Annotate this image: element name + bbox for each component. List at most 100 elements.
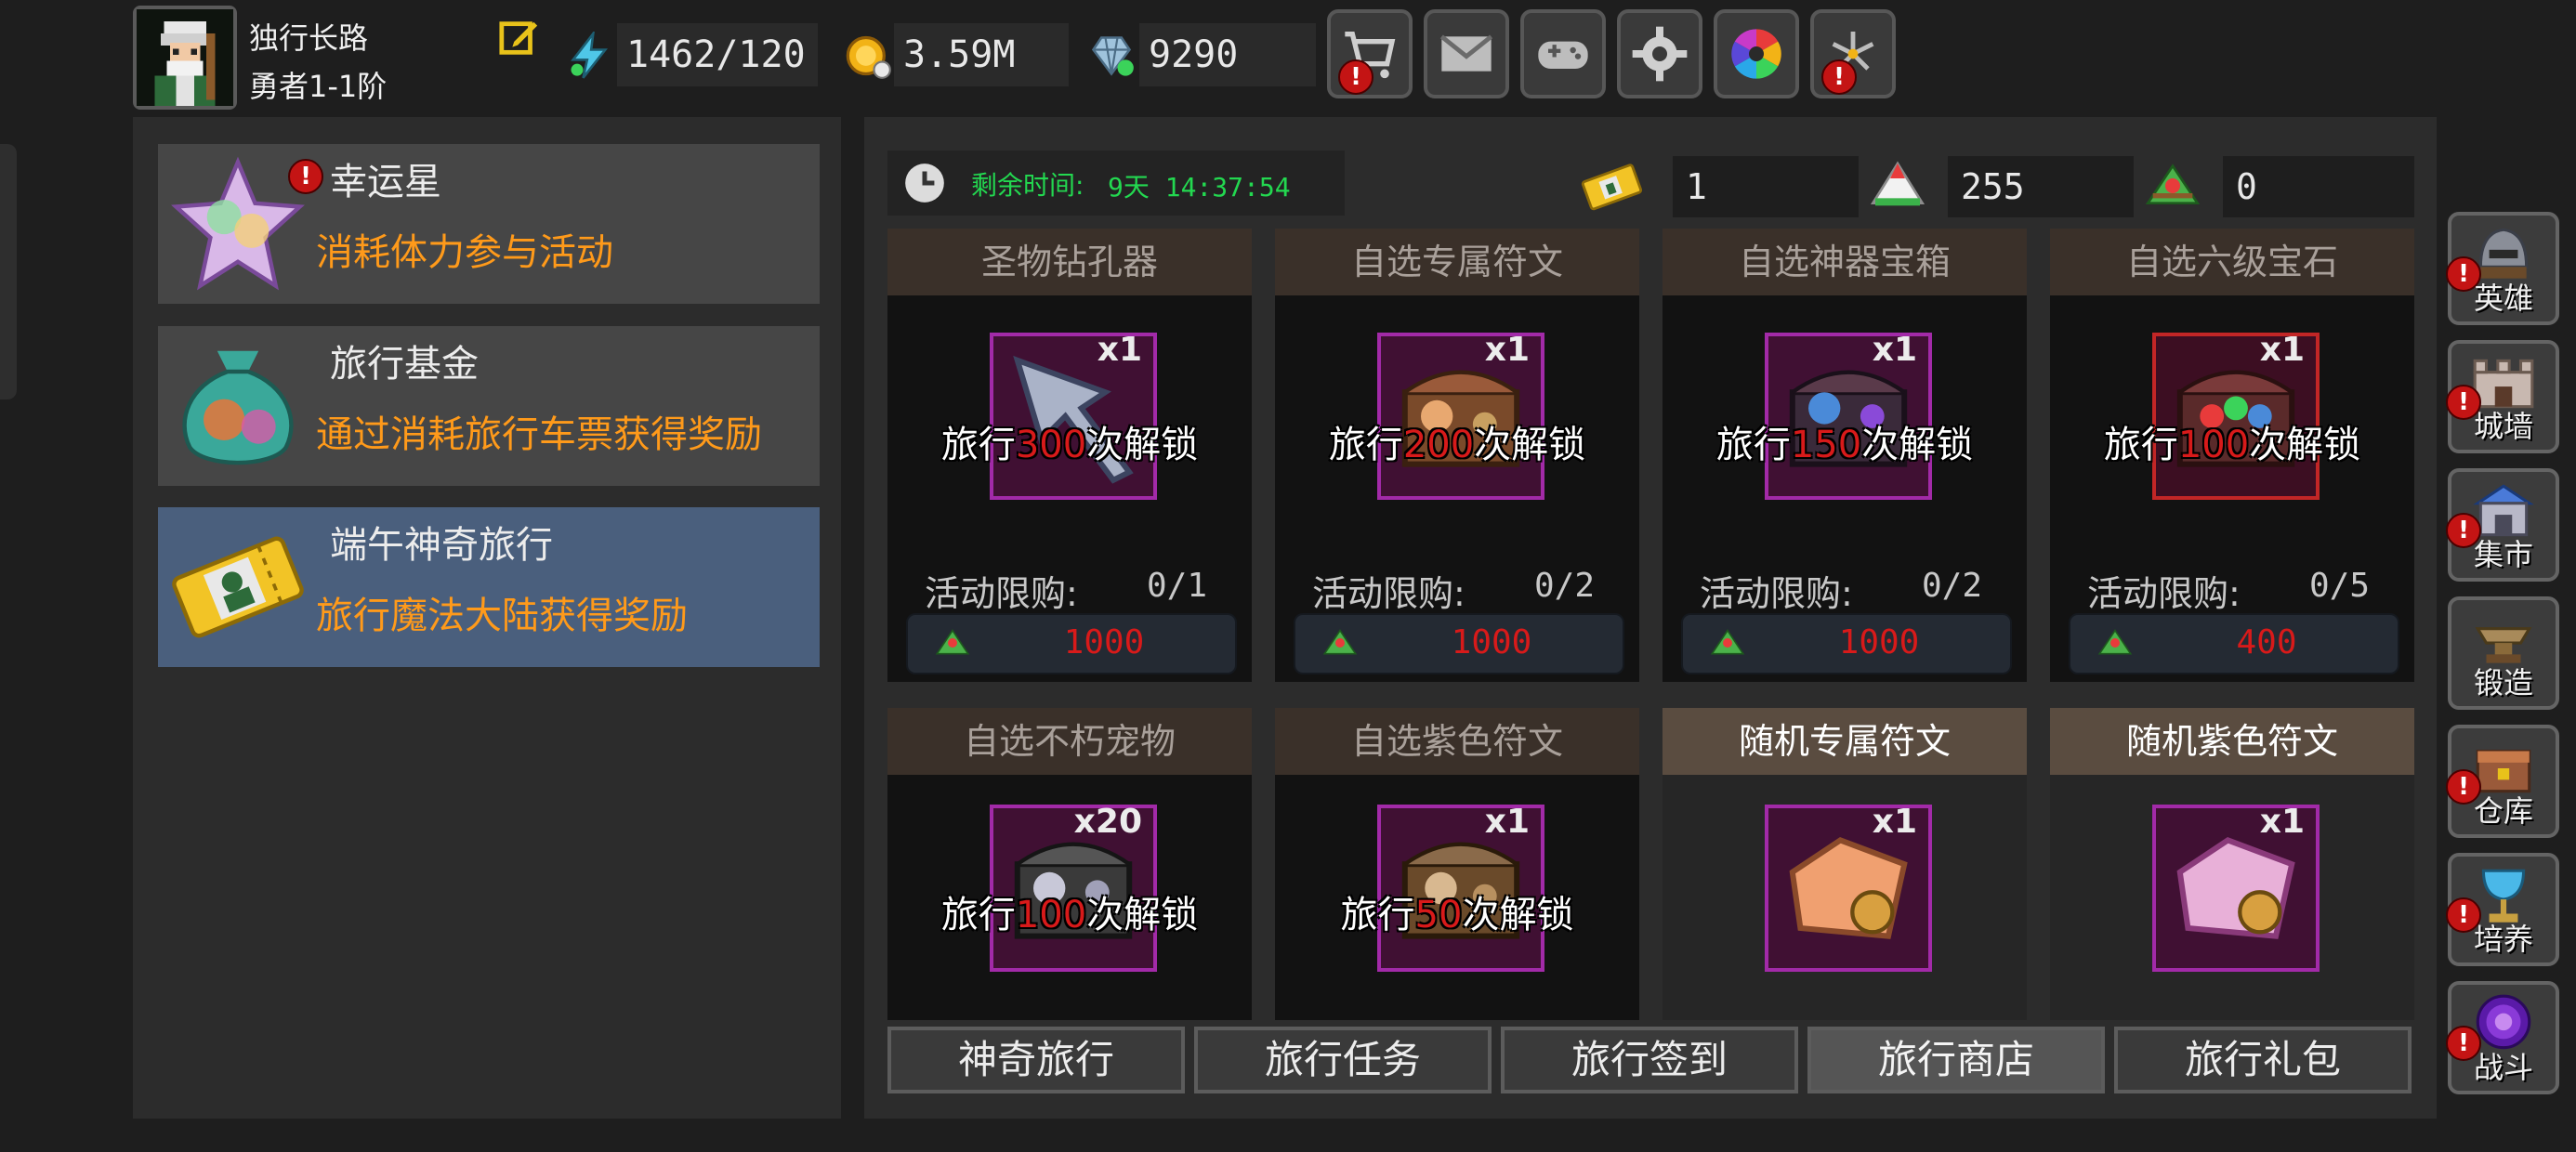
purchase-limit-value: 0/5: [2308, 567, 2370, 605]
event-description: 消耗体力参与活动: [316, 231, 613, 274]
settings-button[interactable]: [1617, 9, 1702, 98]
nav-city-wall[interactable]: ! 城墙: [2446, 340, 2559, 453]
shop-item-card[interactable]: 随机专属符文 x1: [1663, 708, 2027, 1020]
item-quantity: x1: [1484, 803, 1530, 841]
nav-label: 英雄: [2473, 281, 2533, 316]
shop-item-card[interactable]: 自选六级宝石 x1 旅行100次解锁 活动限购: 0/5 400: [2050, 229, 2414, 682]
shop-item-card[interactable]: 自选神器宝箱 x1 旅行150次解锁 活动限购: 0/2 1000: [1663, 229, 2027, 682]
item-quantity: x1: [1872, 331, 1917, 369]
lucky-star-alert-badge: !: [288, 159, 323, 194]
item-price: 1000: [1063, 623, 1145, 661]
item-quantity: x1: [1097, 331, 1142, 369]
celebration-button[interactable]: !: [1810, 9, 1896, 98]
event-item-lucky-star[interactable]: ! 幸运星 消耗体力参与活动: [158, 144, 820, 304]
zongzi-count: 0: [2223, 156, 2414, 217]
item-name: 自选神器宝箱: [1663, 229, 2027, 295]
nav-label: 仓库: [2473, 793, 2533, 829]
item-name: 自选专属符文: [1275, 229, 1639, 295]
lucky-star-icon: [171, 156, 305, 291]
shop-cart-button[interactable]: !: [1327, 9, 1413, 98]
shop-item-card[interactable]: 圣物钻孔器 x1 旅行300次解锁 活动限购: 0/1 1000: [887, 229, 1252, 682]
event-item-travel-fund[interactable]: 旅行基金 通过消耗旅行车票获得奖励: [158, 326, 820, 486]
purchase-limit-label: 活动限购:: [1700, 573, 1853, 614]
nav-label: 集市: [2473, 537, 2533, 572]
player-rank: 勇者1-1阶: [249, 69, 388, 104]
celebration-alert-badge: !: [1821, 59, 1857, 95]
diamond-icon: [1087, 32, 1136, 80]
mail-button[interactable]: [1424, 9, 1509, 98]
nav-label: 培养: [2473, 922, 2533, 957]
item-quantity: x20: [1073, 803, 1142, 841]
event-title: 旅行基金: [330, 343, 479, 386]
zongzi-icon: [1710, 629, 1745, 655]
event-item-dragon-boat-travel[interactable]: 端午神奇旅行 旅行魔法大陆获得奖励: [158, 507, 820, 667]
ticket-count: 1: [1673, 156, 1859, 217]
item-quantity: x1: [1872, 803, 1917, 841]
zongzi-icon: [2097, 629, 2133, 655]
event-title: 端午神奇旅行: [330, 524, 553, 567]
shop-item-card[interactable]: 自选不朽宠物 x20 旅行100次解锁: [887, 708, 1252, 1020]
buy-button[interactable]: 1000: [906, 613, 1237, 674]
buy-button[interactable]: 1000: [1681, 613, 2012, 674]
item-quantity: x1: [2259, 331, 2305, 369]
buy-button[interactable]: 400: [2069, 613, 2399, 674]
gold-value: 3.59M: [894, 23, 1069, 86]
ticket-icon: [1580, 154, 1643, 217]
item-name: 圣物钻孔器: [887, 229, 1252, 295]
nav-hero[interactable]: ! 英雄: [2446, 212, 2559, 325]
shop-item-card[interactable]: 随机紫色符文 x1: [2050, 708, 2414, 1020]
purchase-limit-label: 活动限购:: [2087, 573, 2241, 614]
mail-icon: [1439, 34, 1493, 72]
item-price: 1000: [1838, 623, 1920, 661]
tab-travel-checkin[interactable]: 旅行签到: [1501, 1027, 1798, 1093]
item-name: 自选紫色符文: [1275, 708, 1639, 775]
nav-training[interactable]: ! 培养: [2446, 853, 2559, 966]
rice-dumpling-icon: [1868, 156, 1931, 219]
game-center-button[interactable]: [1520, 9, 1606, 98]
unlock-requirement: 旅行200次解锁: [1328, 424, 1586, 466]
event-title: 幸运星: [330, 161, 441, 203]
purchase-limit-value: 0/2: [1533, 567, 1595, 605]
tab-travel-shop[interactable]: 旅行商店: [1807, 1027, 2105, 1093]
zongzi-icon: [935, 629, 970, 655]
tab-travel-tasks[interactable]: 旅行任务: [1194, 1027, 1492, 1093]
color-theme-button[interactable]: [1714, 9, 1799, 98]
item-name: 随机专属符文: [1663, 708, 2027, 779]
tab-magic-travel[interactable]: 神奇旅行: [887, 1027, 1185, 1093]
item-price: 1000: [1451, 623, 1532, 661]
item-price: 400: [2236, 623, 2297, 661]
purchase-limit-label: 活动限购:: [1312, 573, 1465, 614]
event-description: 旅行魔法大陆获得奖励: [316, 595, 688, 637]
nav-battle[interactable]: ! 战斗: [2446, 981, 2559, 1094]
settings-gear-icon: [1632, 26, 1688, 82]
player-avatar[interactable]: [133, 6, 237, 110]
clock-icon: [901, 160, 948, 206]
shop-item-card[interactable]: 自选专属符文 x1 旅行200次解锁 活动限购: 0/2 1000: [1275, 229, 1639, 682]
rice-dumpling-count: 255: [1948, 156, 2134, 217]
nav-warehouse[interactable]: ! 仓库: [2446, 725, 2559, 838]
nav-market[interactable]: ! 集市: [2446, 468, 2559, 582]
unlock-requirement: 旅行100次解锁: [940, 894, 1199, 936]
money-bag-icon: [182, 350, 294, 465]
nav-label: 战斗: [2473, 1050, 2533, 1085]
edit-name-icon[interactable]: [498, 17, 541, 59]
buy-button[interactable]: 1000: [1294, 613, 1624, 674]
player-name: 独行长路: [249, 20, 369, 56]
item-name: 自选六级宝石: [2050, 229, 2414, 295]
stamina-icon: [565, 29, 613, 80]
item-quantity: x1: [1484, 331, 1530, 369]
zongzi-icon: [2143, 156, 2206, 219]
nav-forge[interactable]: 锻造: [2448, 596, 2559, 710]
tab-travel-gift-pack[interactable]: 旅行礼包: [2114, 1027, 2412, 1093]
cart-alert-badge: !: [1338, 59, 1373, 95]
hero-portrait-icon: [137, 9, 233, 106]
unlock-requirement: 旅行50次解锁: [1340, 894, 1574, 936]
nav-label: 城墙: [2473, 409, 2533, 444]
side-drawer-handle[interactable]: [0, 144, 17, 399]
purchase-limit-label: 活动限购:: [925, 573, 1078, 614]
unlock-requirement: 旅行300次解锁: [940, 424, 1199, 466]
event-description: 通过消耗旅行车票获得奖励: [316, 413, 762, 456]
shop-item-card[interactable]: 自选紫色符文 x1 旅行50次解锁: [1275, 708, 1639, 1020]
gamepad-icon: [1538, 41, 1588, 69]
item-name: 随机紫色符文: [2050, 708, 2414, 779]
